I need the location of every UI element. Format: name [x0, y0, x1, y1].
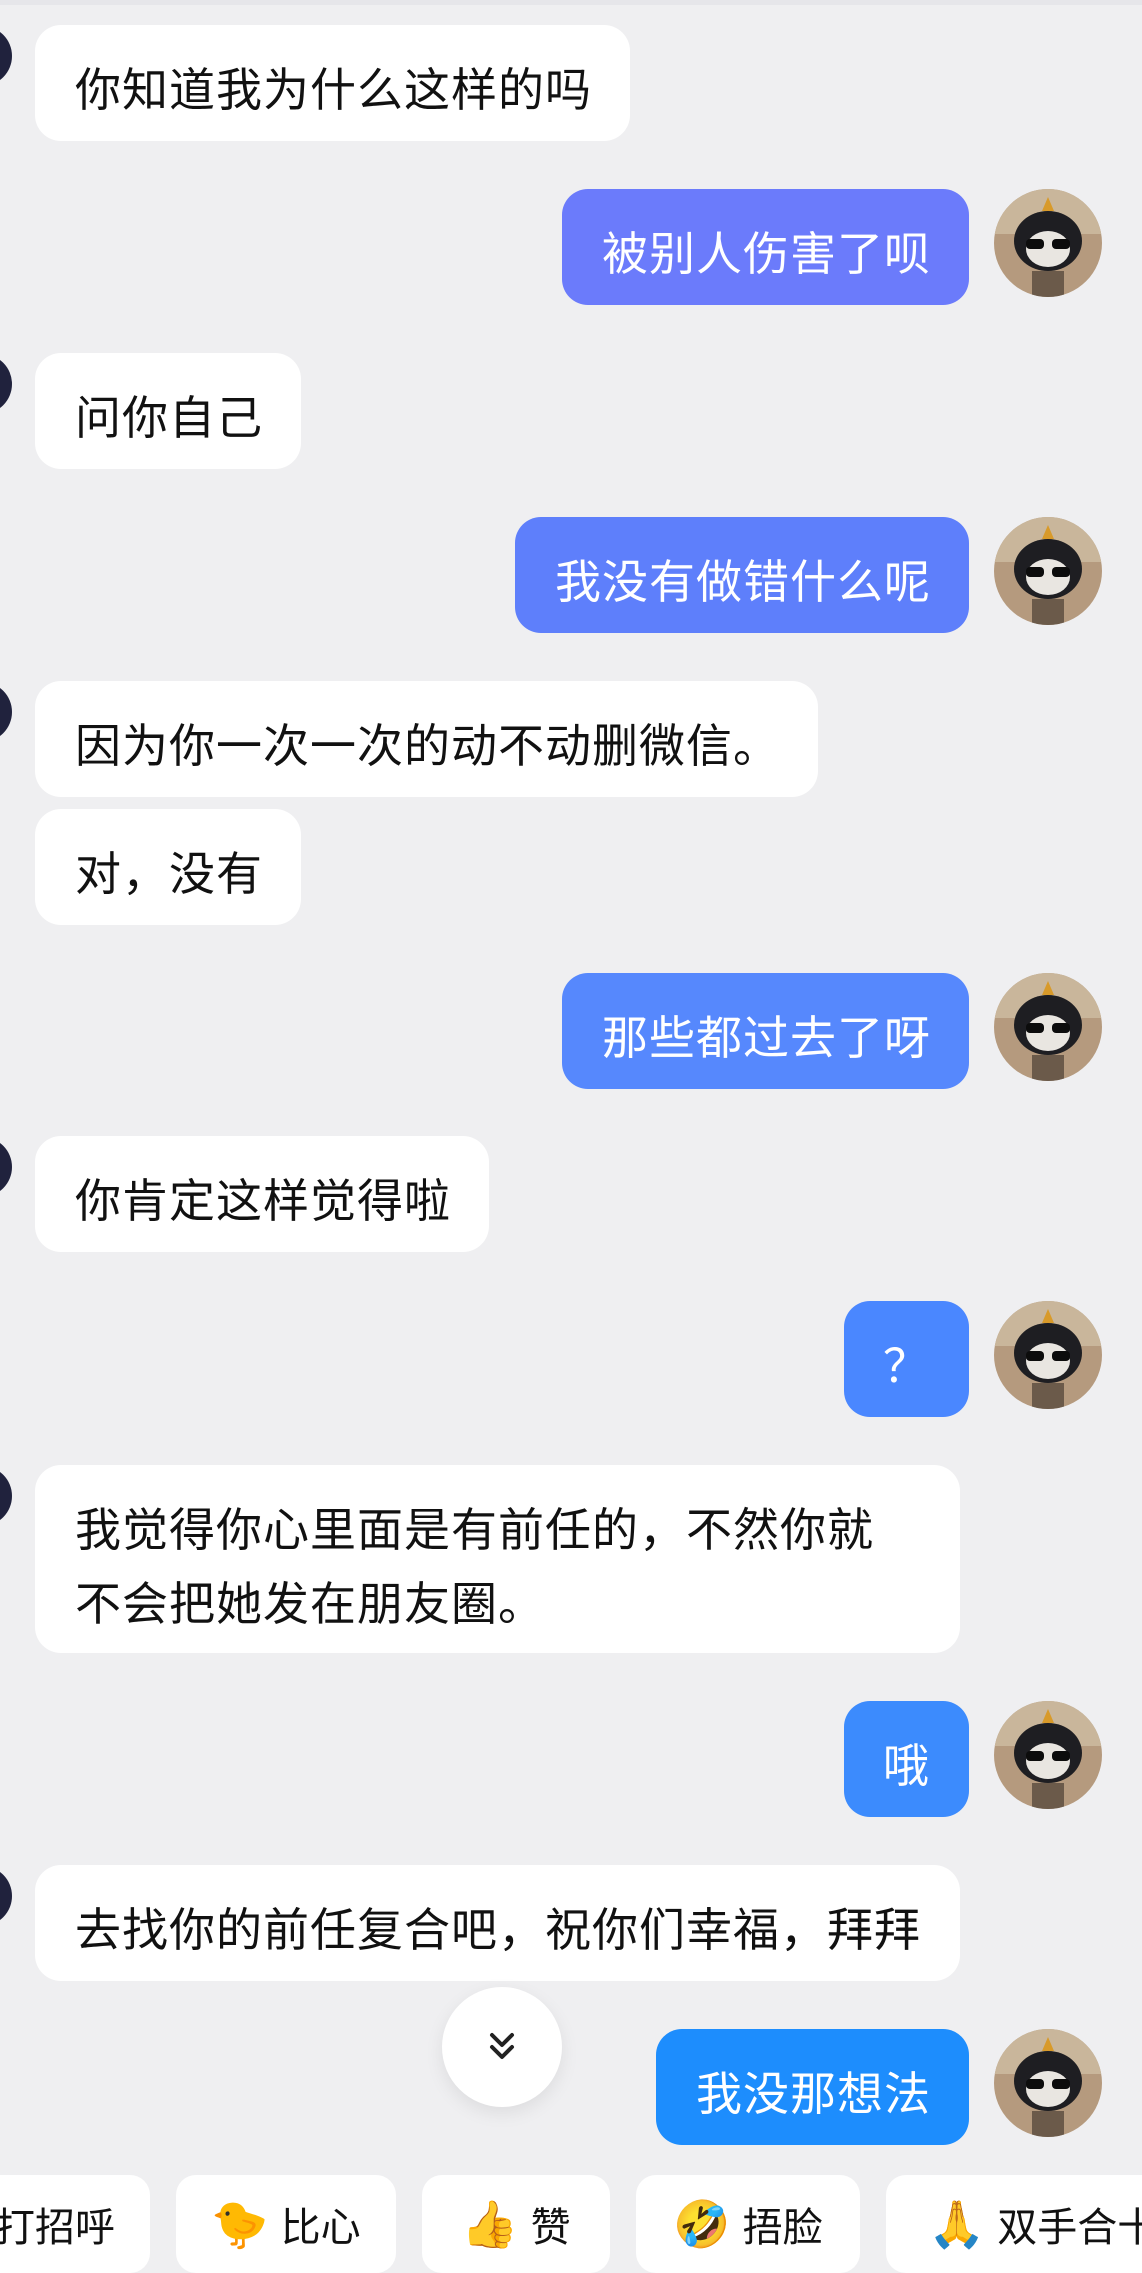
thumbs-up-icon: 👍: [461, 2196, 519, 2251]
quick-reply-label: 比心: [280, 2205, 361, 2251]
my-avatar[interactable]: [994, 1301, 1102, 1409]
contact-avatar[interactable]: [0, 1866, 12, 1926]
quick-reply-label: 赞: [530, 2205, 571, 2251]
scroll-to-bottom-button[interactable]: [442, 1987, 562, 2107]
outgoing-message-bubble[interactable]: 我没那想法: [656, 2029, 969, 2145]
contact-avatar[interactable]: [0, 682, 12, 742]
contact-avatar[interactable]: [0, 1137, 12, 1197]
quick-reply-label: 捂脸: [742, 2205, 823, 2251]
chevron-double-down-icon: [490, 2033, 514, 2059]
penguin-avatar-icon: [994, 973, 1102, 1081]
incoming-message-bubble[interactable]: 问你自己: [35, 353, 301, 469]
quick-reply-chip[interactable]: 🙏 双手合十: [886, 2175, 1142, 2273]
penguin-avatar-icon: [994, 1301, 1102, 1409]
outgoing-message-bubble[interactable]: 被别人伤害了呗: [562, 189, 969, 305]
quick-reply-chip[interactable]: 🐤 比心: [176, 2175, 396, 2273]
penguin-avatar-icon: [994, 1701, 1102, 1809]
quick-reply-label: 双手合十: [997, 2205, 1142, 2251]
incoming-message-bubble[interactable]: 你知道我为什么这样的吗: [35, 25, 630, 141]
folded-hands-icon: 🙏: [928, 2196, 986, 2251]
my-avatar[interactable]: [994, 517, 1102, 625]
outgoing-message-bubble[interactable]: 那些都过去了呀: [562, 973, 969, 1089]
my-avatar[interactable]: [994, 973, 1102, 1081]
penguin-avatar-icon: [994, 517, 1102, 625]
quick-reply-bar[interactable]: 打招呼 🐤 比心 👍 赞 🤣 捂脸 🙏 双手合十: [0, 2175, 1142, 2273]
my-avatar[interactable]: [994, 1701, 1102, 1809]
contact-avatar[interactable]: [0, 354, 12, 414]
outgoing-message-bubble[interactable]: 哦: [844, 1701, 969, 1817]
contact-avatar[interactable]: [0, 1466, 12, 1526]
quick-reply-chip[interactable]: 🤣 捂脸: [636, 2175, 860, 2273]
my-avatar[interactable]: [994, 2029, 1102, 2137]
incoming-message-bubble[interactable]: 去找你的前任复合吧，祝你们幸福，拜拜: [35, 1865, 960, 1981]
incoming-message-bubble[interactable]: 你肯定这样觉得啦: [35, 1136, 489, 1252]
contact-avatar[interactable]: [0, 26, 12, 86]
outgoing-message-bubble[interactable]: 我没有做错什么呢: [515, 517, 969, 633]
incoming-message-bubble[interactable]: 我觉得你心里面是有前任的，不然你就不会把她发在朋友圈。: [35, 1465, 960, 1653]
top-divider: [0, 0, 1142, 5]
outgoing-message-bubble[interactable]: ？: [844, 1301, 969, 1417]
penguin-avatar-icon: [994, 189, 1102, 297]
quick-reply-chip[interactable]: 打招呼: [0, 2175, 150, 2273]
chick-heart-icon: 🐤: [211, 2196, 269, 2251]
incoming-message-bubble[interactable]: 对，没有: [35, 809, 301, 925]
incoming-message-bubble[interactable]: 因为你一次一次的动不动删微信。: [35, 681, 818, 797]
my-avatar[interactable]: [994, 189, 1102, 297]
penguin-avatar-icon: [994, 2029, 1102, 2137]
facepalm-laugh-icon: 🤣: [673, 2196, 731, 2251]
quick-reply-label: 打招呼: [0, 2205, 115, 2251]
quick-reply-chip[interactable]: 👍 赞: [422, 2175, 610, 2273]
